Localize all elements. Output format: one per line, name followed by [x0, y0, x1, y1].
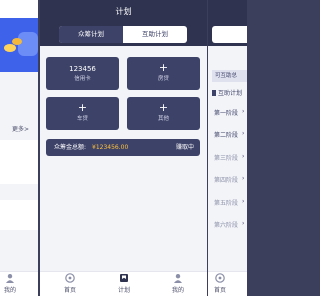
- total-label: 众筹金总额:: [54, 144, 87, 151]
- person-icon: [6, 274, 14, 283]
- chevron-right-icon: ›: [242, 130, 245, 137]
- left-header: [0, 0, 38, 18]
- section-title: 互助计划: [212, 88, 242, 97]
- tab-my[interactable]: 我的: [2, 273, 18, 294]
- left-tab-bar: 我的: [0, 271, 38, 296]
- tile-credit-card[interactable]: 123456 信用卡: [46, 57, 119, 90]
- bookmark-icon: [212, 90, 216, 96]
- banner-illustration: [18, 32, 38, 56]
- tile-value: 123456: [69, 65, 96, 73]
- coin-icon: [4, 44, 16, 52]
- tab-mutual-aid-plan[interactable]: 互助计划: [123, 26, 187, 43]
- stage-item[interactable]: 第六阶段 ›: [214, 220, 244, 229]
- chevron-right-icon: ›: [242, 198, 245, 205]
- plus-icon: +: [77, 101, 88, 114]
- tab-label: 我的: [171, 287, 184, 294]
- stage-item[interactable]: 第五阶段 ›: [214, 198, 244, 207]
- tab-crowdfund-plan[interactable]: 众筹计划: [59, 26, 123, 43]
- plan-screen: 计划 众筹计划 互助计划 123456 信用卡 + 房贷 + 车贷 + 其他 众…: [40, 0, 207, 296]
- coin-icon: [12, 38, 22, 45]
- tab-my[interactable]: 我的: [168, 273, 188, 294]
- tile-label: 其他: [157, 116, 169, 122]
- chevron-right-icon: ›: [242, 220, 245, 227]
- tab-home[interactable]: 首页: [60, 273, 80, 294]
- tab-label: 计划: [117, 287, 130, 294]
- plus-icon: +: [158, 101, 169, 114]
- plan-type-toggle: 众筹计划 互助计划: [59, 26, 187, 43]
- person-icon: [174, 274, 182, 283]
- tab-home[interactable]: 首页: [212, 273, 228, 294]
- tab-plan[interactable]: 计划: [114, 273, 134, 294]
- available-aid-banner: 可互助总: [212, 70, 247, 82]
- chevron-right-icon: ›: [242, 153, 245, 160]
- plan-icon: [120, 274, 128, 282]
- tile-label: 车贷: [76, 116, 88, 122]
- stage-item[interactable]: 第二阶段 ›: [214, 130, 244, 139]
- stage-item[interactable]: 第三阶段 ›: [214, 153, 244, 162]
- plan-header: 计划 众筹计划 互助计划: [40, 0, 207, 46]
- plan-type-toggle[interactable]: [212, 26, 247, 43]
- left-screen: 更多> 我的: [0, 0, 38, 296]
- tile-label: 房贷: [157, 76, 169, 82]
- plus-icon: +: [158, 61, 169, 74]
- crowdfund-total-bar: 众筹金总额: ¥123456.00 赚取中: [46, 139, 200, 156]
- home-icon: [65, 273, 75, 283]
- content-card[interactable]: [0, 200, 38, 230]
- tab-label: 首页: [63, 287, 76, 294]
- page-title: 计划: [115, 7, 132, 16]
- chevron-right-icon: ›: [242, 175, 245, 182]
- chevron-right-icon: ›: [242, 108, 245, 115]
- more-link[interactable]: 更多>: [12, 124, 29, 133]
- hero-banner[interactable]: [0, 18, 38, 72]
- tile-label: 信用卡: [74, 76, 91, 82]
- tile-car-loan[interactable]: + 车贷: [46, 97, 119, 130]
- tab-label: 首页: [213, 287, 226, 294]
- tile-mortgage[interactable]: + 房贷: [127, 57, 200, 90]
- total-amount: ¥123456.00: [92, 144, 129, 151]
- bottom-tab-bar: 首页 计划 我的: [40, 271, 207, 296]
- stage-item[interactable]: 第一阶段 ›: [214, 108, 244, 117]
- stage-item[interactable]: 第四阶段 ›: [214, 175, 244, 184]
- right-tab-bar: 首页: [208, 271, 247, 296]
- mutual-aid-screen: 可互助总 互助计划 第一阶段 › 第二阶段 › 第三阶段 › 第四阶段 › 第五阶段 › …: [208, 0, 247, 296]
- status-text: 赚取中: [175, 144, 194, 151]
- right-header: [208, 0, 247, 46]
- content-card[interactable]: [0, 140, 38, 184]
- home-icon: [215, 273, 225, 283]
- tile-other[interactable]: + 其他: [127, 97, 200, 130]
- tab-label: 我的: [3, 287, 16, 294]
